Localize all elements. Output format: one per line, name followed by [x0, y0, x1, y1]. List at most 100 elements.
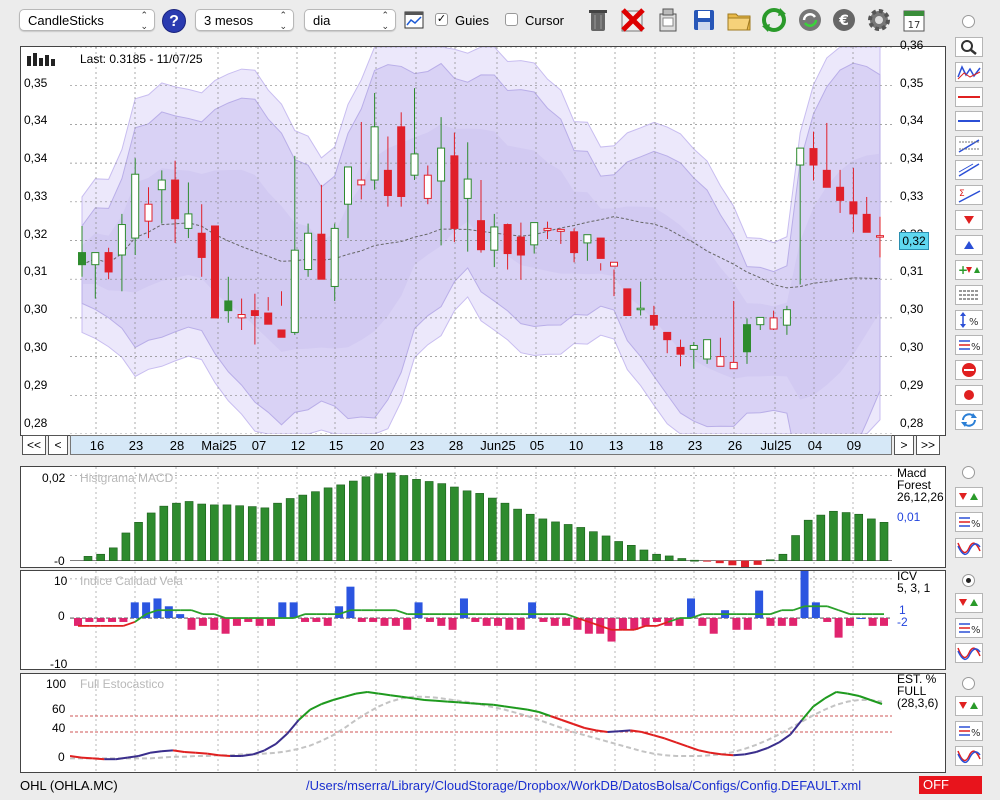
stoch-k-line [218, 754, 231, 757]
up-arrow-icon[interactable] [955, 235, 983, 255]
delete-icon[interactable] [619, 6, 647, 34]
nav-next-label: > [900, 438, 908, 452]
icv-chart[interactable] [70, 571, 892, 669]
main-panel-radio[interactable] [962, 15, 975, 28]
stoch-k-line [698, 749, 711, 754]
trend-lines-icon[interactable] [955, 160, 983, 180]
macd-bar [412, 479, 421, 561]
candle-body [78, 252, 86, 266]
stoch-y-label-60: 60 [52, 702, 66, 716]
nav-prev-button[interactable]: < [48, 435, 68, 455]
help-button[interactable]: ? [162, 9, 186, 33]
config-path-link[interactable]: /Users/mserra/Library/CloudStorage/Dropb… [306, 778, 861, 793]
volume-toggle-icon[interactable] [26, 52, 58, 66]
gear-icon[interactable] [865, 6, 893, 34]
down-arrow-icon[interactable] [955, 210, 983, 230]
icv-bar [834, 618, 843, 638]
clear-icon[interactable] [654, 6, 682, 34]
period-value: 3 mesos [204, 13, 254, 28]
trash-icon[interactable] [584, 6, 612, 34]
macd-bar [323, 487, 333, 561]
stop-icon[interactable] [955, 360, 983, 380]
candle-body [171, 179, 180, 220]
stoch-k-line [115, 756, 128, 761]
macd-bar [728, 560, 737, 566]
oscillator-icon[interactable] [955, 746, 983, 766]
percent-lines-icon[interactable]: % [955, 512, 983, 532]
stoch-k-line [504, 705, 517, 709]
grid-lines-icon[interactable] [955, 285, 983, 305]
candle-body [423, 174, 432, 199]
chart-type-select[interactable]: CandleSticks ⌃ ⌄ [19, 9, 155, 31]
icv-bar [562, 618, 571, 626]
candle-body [277, 329, 286, 338]
stoch-panel-radio[interactable] [962, 677, 975, 690]
record-icon[interactable] [955, 385, 983, 405]
icv-bar [96, 618, 105, 622]
price-chart[interactable] [70, 47, 892, 434]
update-icon[interactable] [796, 6, 824, 34]
stoch-title: Full Estocastico [80, 677, 165, 691]
macd-bar [285, 498, 295, 561]
open-folder-icon[interactable] [725, 6, 753, 34]
signal-arrows-icon[interactable] [955, 696, 983, 716]
last-quote-label: Last: 0.3185 - 11/07/25 [80, 52, 203, 66]
percent-lines-icon[interactable]: % [955, 721, 983, 741]
icv-bar [459, 598, 468, 619]
chart-settings-icon[interactable] [404, 11, 424, 29]
percent-lines-icon[interactable]: % [955, 618, 983, 638]
interval-select[interactable]: dia ⌃ ⌄ [304, 9, 396, 31]
date-label: 23 [128, 438, 144, 453]
stoch-k-line [241, 753, 254, 757]
stoch-k-line [675, 741, 688, 748]
stochastic-chart[interactable] [70, 674, 892, 772]
icv-signal-line [826, 605, 839, 612]
icv-bar [528, 602, 537, 619]
macd-histogram[interactable] [70, 467, 892, 567]
nav-last-button[interactable]: >> [916, 435, 940, 455]
nav-first-button[interactable]: << [22, 435, 46, 455]
rotate-icon[interactable] [955, 410, 983, 430]
add-signal-icon[interactable]: + [955, 260, 983, 280]
oscillator-icon[interactable] [955, 538, 983, 558]
icv-bar [278, 602, 287, 619]
candle-body [157, 179, 166, 191]
percent-scale-icon[interactable]: % [955, 310, 983, 330]
macd-bar [311, 491, 320, 561]
status-off-badge[interactable]: OFF [919, 776, 982, 794]
icv-panel-radio[interactable] [962, 574, 975, 587]
stoch-k-line [161, 749, 173, 753]
calendar-icon[interactable]: 17 [900, 6, 928, 34]
icv-bar [437, 618, 446, 626]
stoch-k-line [824, 691, 837, 700]
chart-view-icon[interactable] [955, 62, 983, 82]
icv-bar [210, 618, 219, 630]
signal-arrows-icon[interactable] [955, 487, 983, 507]
fibonacci-icon[interactable] [955, 136, 983, 156]
oscillator-icon[interactable] [955, 643, 983, 663]
icv-bar [800, 571, 809, 619]
icv-bar [312, 618, 321, 622]
nav-next-button[interactable]: > [894, 435, 914, 455]
guides-checkbox[interactable]: ✓ [435, 13, 448, 26]
blue-line-icon[interactable] [955, 111, 983, 131]
zoom-icon[interactable] [955, 37, 983, 57]
save-icon[interactable] [690, 6, 718, 34]
red-line-icon[interactable] [955, 87, 983, 107]
icv-signal-line [565, 613, 578, 619]
macd-bar [336, 484, 345, 561]
icv-legend: ICV 5, 3, 1 1 -2 [897, 570, 930, 628]
percent-lines-icon[interactable]: % [955, 335, 983, 355]
macd-bar [538, 518, 548, 561]
refresh-icon[interactable] [760, 6, 788, 34]
macd-panel-radio[interactable] [962, 466, 975, 479]
candle-body [144, 203, 153, 222]
icv-bar [108, 618, 117, 622]
sum-lines-icon[interactable]: Σ [955, 185, 983, 205]
period-select[interactable]: 3 mesos ⌃ ⌄ [195, 9, 294, 31]
currency-icon[interactable]: € [830, 6, 858, 34]
cursor-checkbox[interactable] [505, 13, 518, 26]
date-label: 15 [328, 438, 344, 453]
signal-arrows-icon[interactable] [955, 593, 983, 613]
candle-body [782, 309, 791, 326]
